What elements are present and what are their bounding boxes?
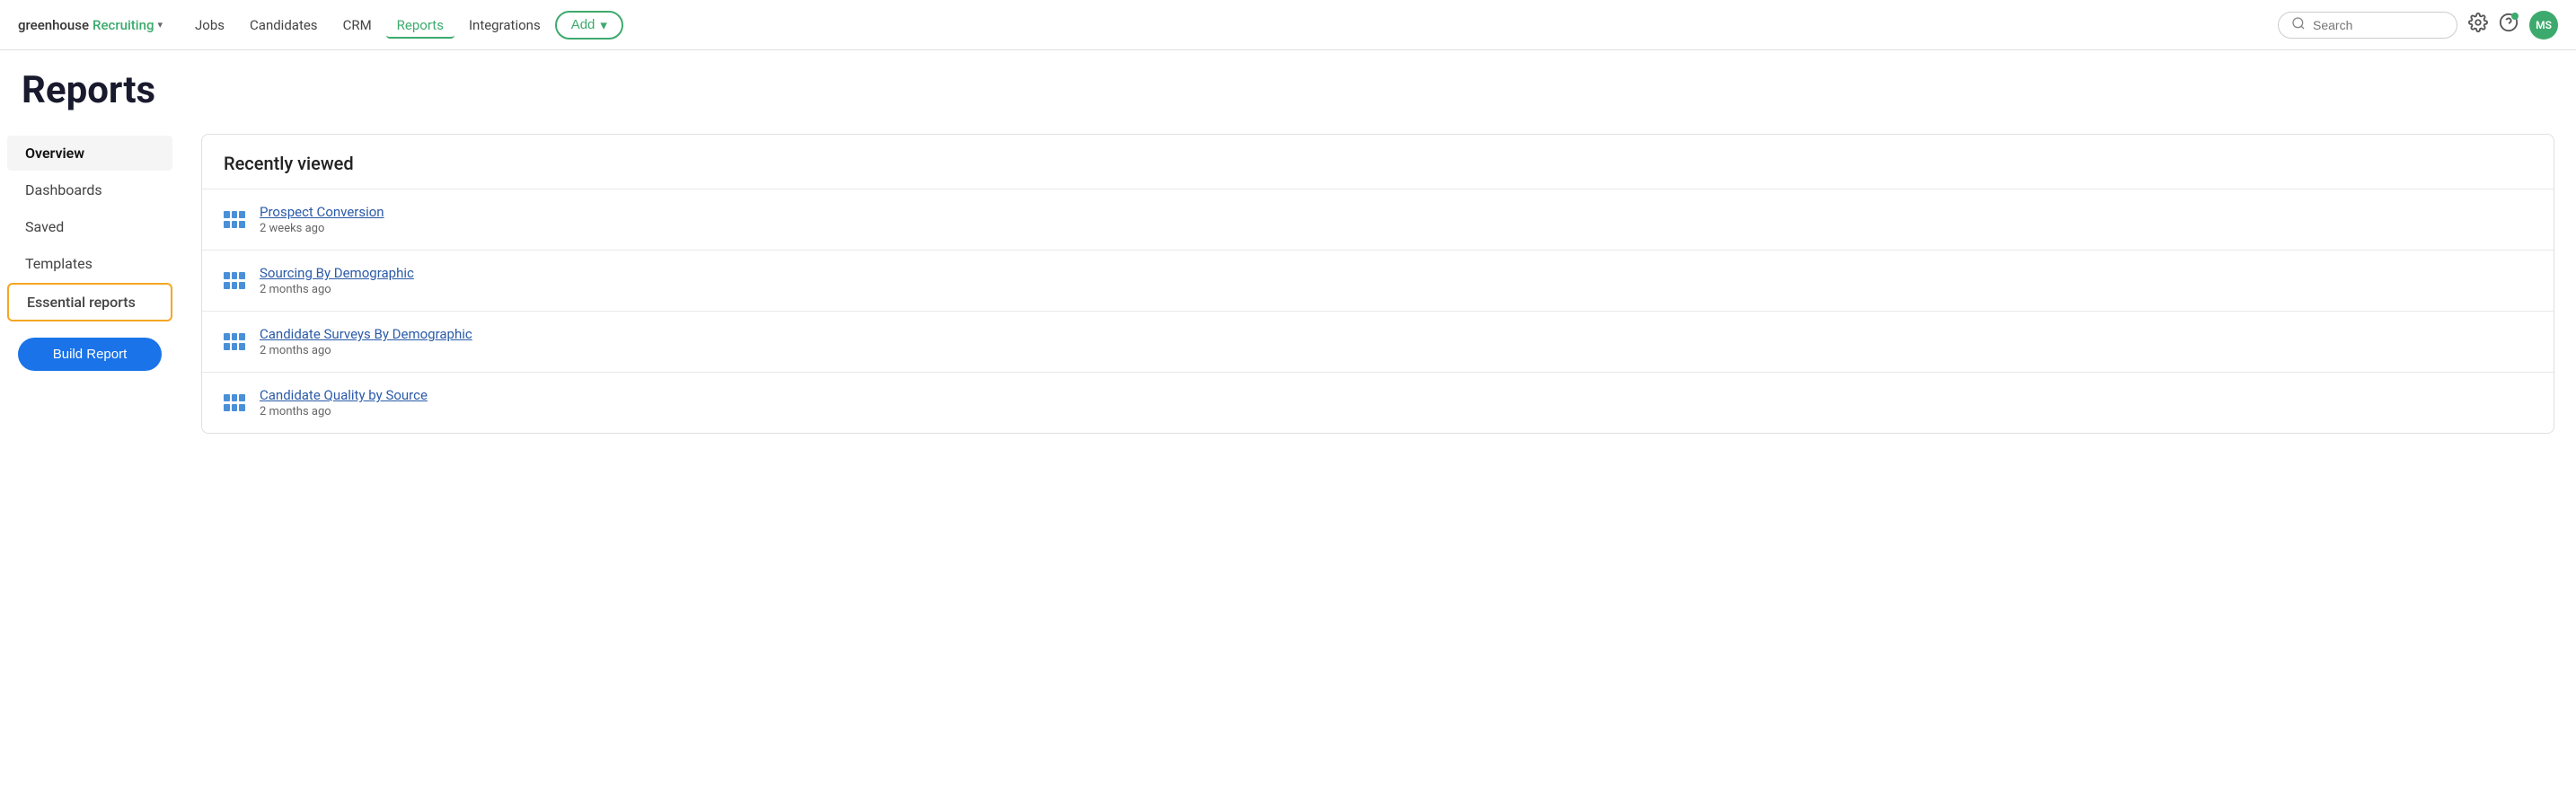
content-area: Overview Dashboards Saved Templates Esse… (0, 127, 2576, 441)
report-info: Sourcing By Demographic 2 months ago (260, 265, 414, 296)
report-icon (224, 333, 245, 351)
build-report-button[interactable]: Build Report (18, 338, 162, 371)
sidebar-item-templates[interactable]: Templates (7, 246, 172, 281)
report-icon (224, 211, 245, 229)
logo[interactable]: greenhouse Recruiting ▾ (18, 17, 163, 33)
search-icon (2291, 16, 2306, 34)
app-header: greenhouse Recruiting ▾ Jobs Candidates … (0, 0, 2576, 50)
search-container[interactable] (2278, 12, 2457, 39)
sidebar-item-dashboards[interactable]: Dashboards (7, 172, 172, 207)
main-nav: Jobs Candidates CRM Reports Integrations… (184, 11, 2256, 40)
header-right: MS (2278, 11, 2558, 40)
sidebar-item-saved[interactable]: Saved (7, 209, 172, 244)
sidebar-item-essential-reports[interactable]: Essential reports (7, 283, 172, 321)
report-info: Prospect Conversion 2 weeks ago (260, 204, 384, 235)
add-button[interactable]: Add ▾ (555, 11, 623, 40)
nav-item-integrations[interactable]: Integrations (458, 12, 551, 39)
sidebar-item-overview[interactable]: Overview (7, 136, 172, 171)
logo-greenhouse-text: greenhouse (18, 17, 89, 33)
main-content: Recently viewed Prospect Conversion 2 we… (180, 127, 2576, 441)
nav-item-crm[interactable]: CRM (332, 12, 383, 39)
sidebar: Overview Dashboards Saved Templates Esse… (0, 127, 180, 441)
report-name[interactable]: Sourcing By Demographic (260, 265, 414, 281)
report-icon (224, 272, 245, 290)
logo-chevron-icon[interactable]: ▾ (157, 19, 163, 31)
logo-recruiting-text: Recruiting (93, 17, 154, 33)
report-time: 2 months ago (260, 344, 472, 357)
recently-viewed-title: Recently viewed (202, 135, 2554, 189)
report-name[interactable]: Candidate Surveys By Demographic (260, 326, 472, 342)
report-row: Prospect Conversion 2 weeks ago (202, 189, 2554, 250)
recently-viewed-panel: Recently viewed Prospect Conversion 2 we… (201, 134, 2554, 434)
report-time: 2 weeks ago (260, 222, 384, 235)
search-input[interactable] (2313, 18, 2439, 32)
avatar[interactable]: MS (2529, 11, 2558, 40)
page-title: Reports (0, 50, 2576, 127)
add-button-chevron-icon: ▾ (600, 17, 607, 33)
report-row: Candidate Surveys By Demographic 2 month… (202, 311, 2554, 372)
nav-item-jobs[interactable]: Jobs (184, 12, 235, 39)
help-icon[interactable] (2499, 13, 2519, 37)
notification-dot (2511, 13, 2519, 20)
nav-item-candidates[interactable]: Candidates (239, 12, 329, 39)
nav-item-reports[interactable]: Reports (386, 12, 454, 39)
report-time: 2 months ago (260, 405, 428, 418)
report-info: Candidate Surveys By Demographic 2 month… (260, 326, 472, 357)
report-icon (224, 394, 245, 412)
report-time: 2 months ago (260, 283, 414, 296)
settings-icon[interactable] (2468, 13, 2488, 37)
add-button-label: Add (571, 17, 595, 32)
report-name[interactable]: Candidate Quality by Source (260, 387, 428, 403)
report-row: Sourcing By Demographic 2 months ago (202, 250, 2554, 311)
report-name[interactable]: Prospect Conversion (260, 204, 384, 220)
report-row: Candidate Quality by Source 2 months ago (202, 372, 2554, 433)
report-info: Candidate Quality by Source 2 months ago (260, 387, 428, 418)
